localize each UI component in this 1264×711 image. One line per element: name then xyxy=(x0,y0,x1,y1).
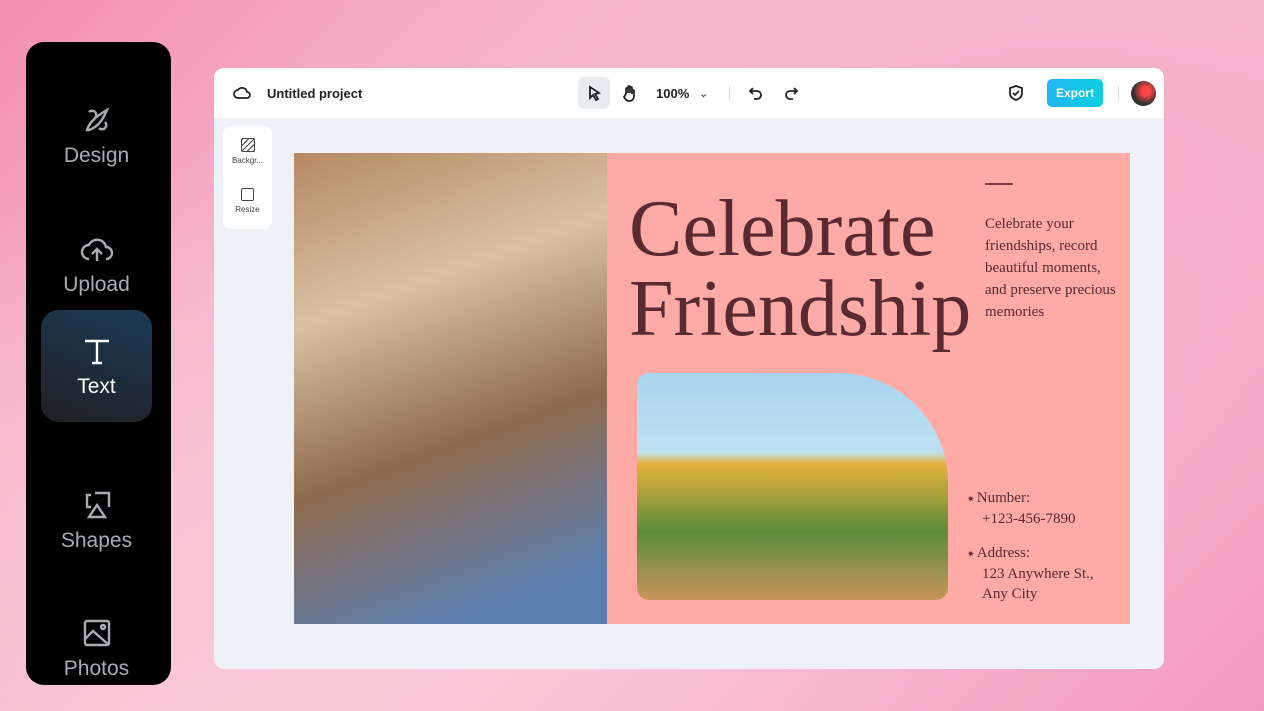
zoom-level[interactable]: 100% xyxy=(656,86,689,101)
sidebar-item-shapes[interactable]: Shapes xyxy=(41,464,152,576)
dash-decoration xyxy=(985,183,1013,185)
design-canvas[interactable]: Celebrate Friendship Celebrate your frien… xyxy=(294,153,1130,624)
undo-icon[interactable] xyxy=(740,77,772,109)
project-title[interactable]: Untitled project xyxy=(267,86,362,101)
sidebar-item-upload[interactable]: Upload xyxy=(41,208,152,320)
sidebar-item-label: Photos xyxy=(63,657,130,680)
cloud-upload-icon xyxy=(80,238,113,261)
side-tools: Backgr... Resize xyxy=(223,126,272,229)
shapes-icon xyxy=(85,491,110,519)
divider xyxy=(1118,85,1119,101)
sidebar-item-label: Text xyxy=(77,375,116,398)
top-toolbar: Untitled project 100% ⌄ Export xyxy=(214,68,1164,118)
background-icon xyxy=(240,137,255,152)
resize-icon xyxy=(241,188,254,201)
hand-tool-icon[interactable] xyxy=(614,77,646,109)
design-title[interactable]: Celebrate Friendship xyxy=(629,189,971,349)
chevron-down-icon[interactable]: ⌄ xyxy=(699,87,708,100)
text-icon xyxy=(84,339,109,365)
sidebar-item-label: Shapes xyxy=(60,529,133,552)
number-info[interactable]: Number:+123-456-7890 xyxy=(967,488,1076,529)
friends-photo[interactable] xyxy=(294,153,607,624)
background-tool[interactable]: Backgr... xyxy=(223,126,272,176)
avatar[interactable] xyxy=(1131,81,1156,106)
editor: Untitled project 100% ⌄ Export Backgr...… xyxy=(214,68,1164,669)
pink-panel: Celebrate Friendship Celebrate your frien… xyxy=(607,153,1130,624)
resize-label: Resize xyxy=(235,205,260,214)
divider xyxy=(729,85,730,101)
rocket-icon xyxy=(84,107,110,132)
sunflower-photo[interactable] xyxy=(637,373,948,600)
export-button[interactable]: Export xyxy=(1047,79,1103,107)
sidebar: Design Upload Text Shapes Photos xyxy=(26,42,171,685)
redo-icon[interactable] xyxy=(775,77,807,109)
sidebar-item-label: Upload xyxy=(63,273,130,296)
sidebar-item-design[interactable]: Design xyxy=(41,79,152,191)
background-label: Backgr... xyxy=(231,155,264,165)
select-tool-icon[interactable] xyxy=(578,77,610,109)
sidebar-item-label: Design xyxy=(63,144,130,167)
sidebar-item-photos[interactable]: Photos xyxy=(41,592,152,704)
address-info[interactable]: Address:123 Anywhere St.,Any City xyxy=(967,543,1094,604)
shield-icon[interactable] xyxy=(1000,77,1032,109)
resize-tool[interactable]: Resize xyxy=(223,176,272,226)
design-description[interactable]: Celebrate your friendships, record beaut… xyxy=(985,213,1125,323)
sidebar-item-text[interactable]: Text xyxy=(41,310,152,422)
image-icon xyxy=(83,619,110,647)
cloud-icon[interactable] xyxy=(226,77,258,109)
